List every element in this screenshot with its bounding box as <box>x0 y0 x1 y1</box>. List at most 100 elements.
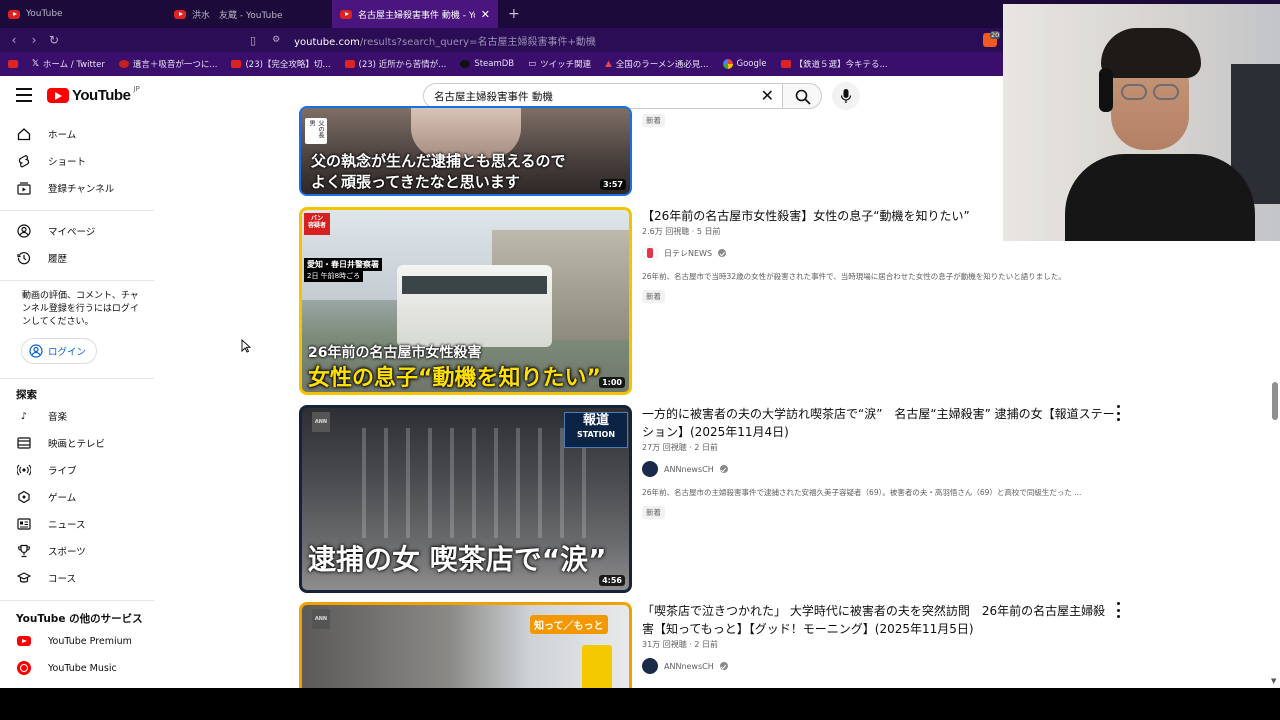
bookmark-icon[interactable]: ▯ <box>250 34 256 47</box>
sidebar-item-gaming[interactable]: ゲーム <box>16 487 76 507</box>
sidebar-item-movies[interactable]: 映画とテレビ <box>16 433 105 453</box>
logo-text: YouTube <box>72 87 131 104</box>
sidebar-item-courses[interactable]: コース <box>16 568 76 588</box>
video-title[interactable]: 一方的に被害者の夫の大学訪れ喫茶店で“涙” 名古屋“主婦殺害” 逮捕の女【報道ス… <box>642 405 1117 441</box>
url-field[interactable]: youtube.com/results?search_query=名古屋主婦殺害… <box>294 33 596 48</box>
more-options-icon[interactable] <box>1114 405 1122 421</box>
url-path: /results?search_query=名古屋主婦殺害事件+動機 <box>359 36 596 48</box>
youtube-premium-icon <box>16 633 32 649</box>
more-options-icon[interactable] <box>1114 602 1122 618</box>
scroll-down-arrow-icon[interactable]: ▼ <box>1271 677 1276 685</box>
voice-search-button[interactable] <box>832 82 860 110</box>
menu-icon[interactable] <box>16 88 32 102</box>
channel-name: 日テレNEWS <box>664 248 713 258</box>
forward-icon[interactable]: › <box>24 33 44 47</box>
account-icon <box>29 344 43 358</box>
close-tab-icon[interactable]: ✕ <box>481 8 490 21</box>
tab-title: 洪水 友蔵 - YouTube <box>192 10 283 21</box>
sidebar-item-music[interactable]: ♪ 音楽 <box>16 406 67 426</box>
sidebar-item-subscriptions[interactable]: 登録チャンネル <box>16 178 114 198</box>
sidebar-item-live[interactable]: ライブ <box>16 460 77 480</box>
sidebar-label: ニュース <box>48 520 86 531</box>
scrollbar-thumb[interactable] <box>1272 382 1278 420</box>
bookmark-label: (23)【完全攻略】切... <box>245 60 331 70</box>
bookmark-item[interactable]: 遺言＋吸音が一つに... <box>118 58 217 70</box>
video-thumbnail[interactable]: バン 容疑者 愛知・春日井警察署 2日 午前8時ごろ 26年前の名古屋市女性殺害… <box>299 207 632 395</box>
sidebar-item-home[interactable]: ホーム <box>16 124 76 144</box>
sidebar-label: 映画とテレビ <box>48 439 106 450</box>
search-icon <box>795 89 811 105</box>
home-icon <box>16 126 32 142</box>
channel-link[interactable]: ANNnewsCH <box>642 461 1117 477</box>
thumbnail-time: 2日 午前8時ごろ <box>304 270 364 282</box>
bookmark-item[interactable]: SteamDB <box>460 59 514 69</box>
video-thumbnail[interactable]: ANN 知って／もっと <box>299 602 632 688</box>
video-duration: 3:57 <box>600 179 626 190</box>
sidebar-item-youtube-premium[interactable]: YouTube Premium <box>16 631 132 651</box>
verified-icon <box>718 249 727 257</box>
bookmark-item[interactable]: (23) 近所から苦情が... <box>344 58 447 70</box>
sidebar-item-you[interactable]: マイページ <box>16 221 95 241</box>
sidebar-divider <box>0 600 154 601</box>
channel-link[interactable]: ANNnewsCH <box>642 658 1117 674</box>
history-icon <box>16 250 32 266</box>
sidebar-item-youtube-music[interactable]: YouTube Music <box>16 658 117 678</box>
search-button[interactable] <box>782 83 822 109</box>
thumbnail-object <box>582 645 612 688</box>
youtube-favicon-icon <box>344 60 355 68</box>
webcam-headphones <box>1099 68 1113 112</box>
film-icon <box>16 435 32 451</box>
sidebar-label: 登録チャンネル <box>48 184 115 195</box>
steam-favicon-icon <box>460 60 471 68</box>
video-info: 一方的に被害者の夫の大学訪れ喫茶店で“涙” 名古屋“主婦殺害” 逮捕の女【報道ス… <box>642 405 1117 519</box>
reload-icon[interactable]: ↻ <box>44 33 64 47</box>
music-icon: ♪ <box>20 410 28 422</box>
google-favicon-icon <box>722 59 733 69</box>
new-tab-icon[interactable]: + <box>498 0 530 28</box>
youtube-favicon-icon <box>231 60 242 68</box>
view-count: 31万 回視聴 <box>642 640 687 649</box>
video-result[interactable]: ANN 知って／もっと 「喫茶店で泣きつかれた」 大学時代に被害者の夫を突然訪問… <box>299 602 1129 688</box>
back-icon[interactable]: ‹ <box>4 33 24 47</box>
bookmark-item[interactable]: (23)【完全攻略】切... <box>231 58 331 70</box>
thumbnail-logo-text: 報道 <box>582 413 609 428</box>
video-thumbnail[interactable]: 父の長男 父の執念が生んだ逮捕とも思えるので よく頑張ってきたなと思います 3:… <box>299 106 632 196</box>
sidebar-item-shorts[interactable]: ショート <box>16 151 86 171</box>
taskbar <box>0 688 1280 720</box>
sidebar-label: ライブ <box>48 466 77 477</box>
login-button[interactable]: ログイン <box>21 338 98 364</box>
video-duration: 4:56 <box>599 575 625 586</box>
sidebar-label: YouTube Music <box>48 662 117 674</box>
bookmark-folder[interactable]: ▭ ツイッチ関連 <box>528 58 591 70</box>
thumbnail-tag: バン 容疑者 <box>304 213 330 235</box>
bookmark-item[interactable]: Google <box>722 59 767 69</box>
site-info-icon[interactable]: ⚙ <box>272 35 280 45</box>
video-thumbnail[interactable]: ANN 報道 STATION 逮捕の女 喫茶店で“涙” 4:56 <box>299 405 632 593</box>
channel-avatar <box>642 461 658 477</box>
bookmark-item[interactable]: ▲ 全国のラーメン通必見... <box>605 58 708 70</box>
new-badge: 新着 <box>642 114 665 127</box>
sidebar-item-news[interactable]: ニュース <box>16 514 86 534</box>
view-count: 27万 回視聴 <box>642 443 687 452</box>
login-prompt: 動画の評価、コメント、チャンネル登録を行うにはログインしてください。 <box>22 291 139 327</box>
youtube-logo[interactable]: YouTube JP <box>47 85 140 104</box>
browser-tab[interactable]: 洪水 友蔵 - YouTube <box>166 0 332 28</box>
channel-link[interactable]: 日テレNEWS <box>642 245 1117 261</box>
sidebar-label: ショート <box>48 157 87 168</box>
thumbnail-headline: 26年前の名古屋市女性殺害 <box>308 345 482 361</box>
bookmark-item[interactable]: 𝕏 ホーム / Twitter <box>32 58 105 70</box>
live-icon <box>16 462 32 478</box>
sidebar-item-history[interactable]: 履歴 <box>16 248 67 268</box>
bookmark-item[interactable]: 【鉄道５選】今キテる... <box>780 58 888 70</box>
bookmark-item[interactable] <box>8 60 18 68</box>
video-description: 26年前、名古屋市で当時32歳の女性が殺害された事件で、当時現場に居合わせた女性… <box>642 272 1066 281</box>
video-result[interactable]: ANN 報道 STATION 逮捕の女 喫茶店で“涙” 4:56 一方的に被害者… <box>299 405 1129 593</box>
video-title[interactable]: 「喫茶店で泣きつかれた」 大学時代に被害者の夫を突然訪問 26年前の名古屋主婦殺… <box>642 602 1117 638</box>
browser-tab[interactable]: YouTube <box>0 0 166 28</box>
shield-count-badge: 20 <box>990 31 1001 39</box>
bookmark-label: (23) 近所から苦情が... <box>358 60 447 70</box>
thumbnail-caption: よく頑張ってきたなと思います <box>311 173 520 191</box>
sidebar-item-sports[interactable]: スポーツ <box>16 541 86 561</box>
clear-search-icon[interactable]: ✕ <box>761 86 774 105</box>
browser-tab-active[interactable]: 名古屋主婦殺害事件 動機 - YouT ✕ <box>332 0 498 28</box>
